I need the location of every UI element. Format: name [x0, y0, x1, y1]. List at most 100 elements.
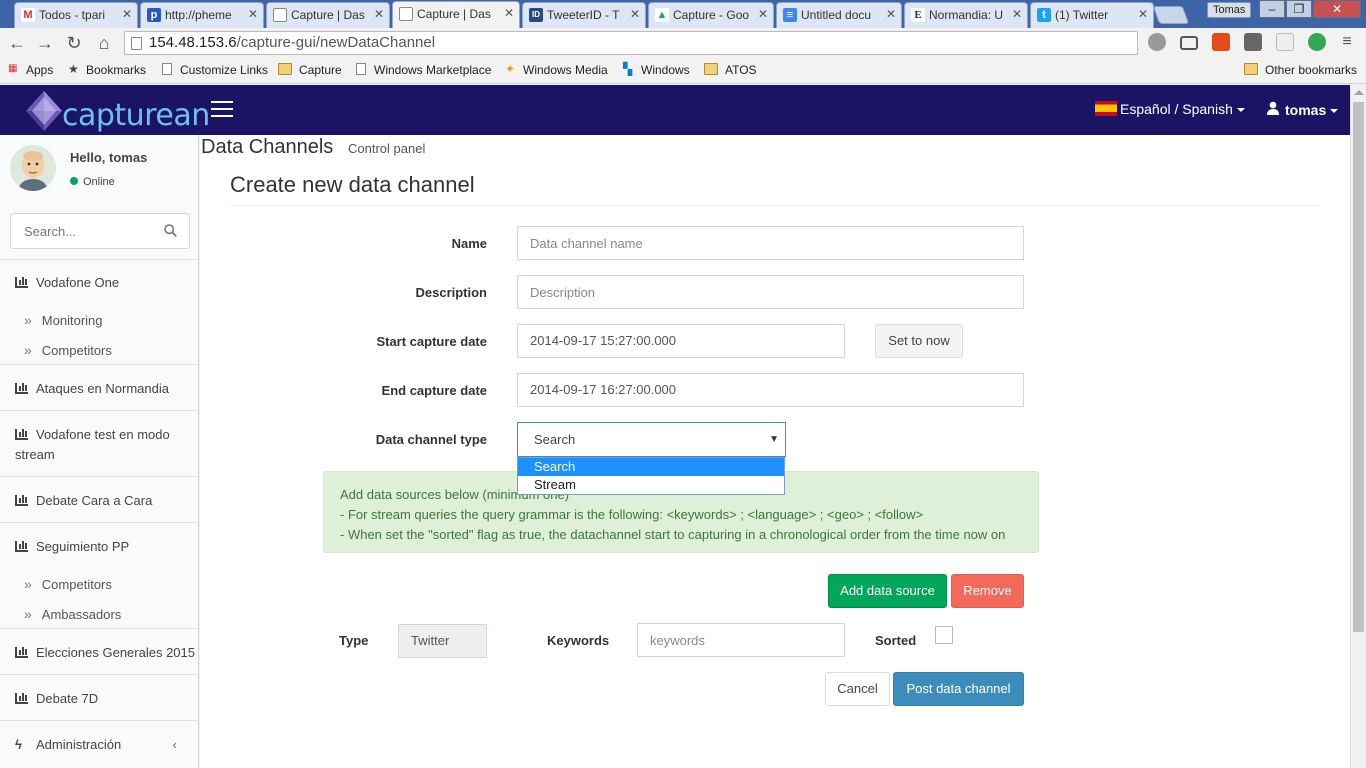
back-icon[interactable]: ← — [6, 32, 28, 54]
sidebar-subitem-competitors[interactable]: » Competitors — [24, 576, 112, 592]
sidebar-item-ataques-normandia[interactable]: Ataques en Normandia — [15, 379, 195, 399]
close-icon[interactable]: ✕ — [630, 7, 640, 21]
restore-icon[interactable]: ❐ — [1286, 0, 1312, 18]
sidebar-subitem-monitoring[interactable]: » Monitoring — [24, 312, 103, 328]
keywords-input[interactable] — [637, 623, 845, 657]
sidebar-subitem-ambassadors[interactable]: » Ambassadors — [24, 606, 121, 622]
bookmark-label: Apps — [26, 63, 54, 77]
page-scrollbar[interactable] — [1350, 85, 1366, 768]
scrollbar-thumb[interactable] — [1353, 102, 1364, 632]
browser-tab[interactable]: t (1) Twitter ✕ — [1030, 2, 1154, 28]
source-type-label: Type — [339, 633, 369, 648]
browser-tab[interactable]: ▲ Capture - Goo ✕ — [648, 2, 774, 28]
sidebar-item-elecciones-2015[interactable]: Elecciones Generales 2015 — [15, 643, 195, 663]
bar-chart-icon — [15, 693, 28, 704]
browser-tab[interactable]: E Normandia: U ✕ — [904, 2, 1028, 28]
sidebar: Hello, tomas Online Vodafone One » Monito… — [0, 135, 199, 768]
type-option-search[interactable]: Search — [518, 458, 784, 476]
sidebar-toggle-button[interactable] — [211, 101, 233, 119]
sidebar-divider — [0, 628, 199, 629]
browser-tab[interactable]: M Todos - tpari ✕ — [14, 2, 138, 28]
close-icon[interactable]: ✕ — [504, 6, 514, 20]
close-icon[interactable]: ✕ — [122, 7, 132, 21]
logo-icon — [26, 91, 62, 131]
type-option-stream[interactable]: Stream — [518, 476, 784, 494]
logo[interactable]: capturean — [22, 89, 210, 133]
browser-tab[interactable]: ID TweeterID - T ✕ — [522, 2, 646, 28]
tweeterid-icon: ID — [529, 8, 543, 22]
main-header: capturean Español / Spanish tomas — [0, 85, 1350, 135]
sidebar-item-administracion[interactable]: ϟ Administración ‹ — [15, 735, 195, 755]
data-channel-type-select[interactable]: Search ▼ — [517, 422, 786, 457]
sidebar-subitem-label: Competitors — [41, 577, 112, 592]
bookmark-windows-marketplace[interactable]: Windows Marketplace — [356, 63, 491, 77]
description-input[interactable] — [517, 275, 1024, 309]
close-icon[interactable]: ✕ — [1012, 7, 1022, 21]
bookmark-atos[interactable]: ATOS — [704, 63, 757, 77]
window-profile-button[interactable]: Tomas — [1207, 2, 1252, 18]
bookmark-label: Capture — [299, 63, 342, 77]
sorted-checkbox[interactable] — [935, 626, 953, 644]
sidebar-item-vodafone-one[interactable]: Vodafone One — [15, 273, 195, 293]
browser-tab[interactable]: ≡ Untitled docu ✕ — [776, 2, 902, 28]
browser-tab-active[interactable]: Capture | Das ✕ — [392, 1, 520, 28]
sidebar-subitem-competitors[interactable]: » Competitors — [24, 342, 112, 358]
start-date-input[interactable]: 2014-09-17 15:27:00.000 — [517, 324, 845, 358]
window-close-icon[interactable]: ✕ — [1313, 0, 1361, 18]
avatar — [10, 145, 56, 191]
remove-button[interactable]: Remove — [951, 574, 1024, 608]
close-icon[interactable]: ✕ — [758, 7, 768, 21]
extension-icon[interactable] — [1148, 33, 1166, 51]
close-icon[interactable]: ✕ — [248, 7, 258, 21]
bookmark-apps[interactable]: ▦ Apps — [8, 63, 53, 77]
sidebar-item-seguimiento-pp[interactable]: Seguimiento PP — [15, 537, 195, 557]
spain-flag-icon — [1095, 101, 1117, 116]
play-icon[interactable] — [1308, 33, 1326, 51]
cast-icon[interactable] — [1180, 36, 1198, 50]
bookmark-capture[interactable]: Capture — [278, 63, 342, 77]
post-data-channel-button[interactable]: Post data channel — [893, 672, 1024, 706]
add-data-source-button[interactable]: Add data source — [828, 574, 947, 608]
bookmark-customize-links[interactable]: Customize Links — [162, 63, 268, 77]
bookmarks-bar: ▦ Apps ★ Bookmarks Customize Links Captu… — [0, 58, 1366, 84]
minimize-icon[interactable]: – — [1259, 0, 1285, 18]
cancel-button[interactable]: Cancel — [825, 672, 890, 706]
bookmark-bookmarks[interactable]: ★ Bookmarks — [68, 63, 146, 77]
office-icon[interactable] — [1212, 33, 1230, 51]
close-icon[interactable]: ✕ — [1138, 7, 1148, 21]
sidebar-item-debate-7d[interactable]: Debate 7D — [15, 689, 195, 709]
sidebar-item-label: Debate Cara a Cara — [36, 493, 153, 508]
user-panel: Hello, tomas Online — [0, 135, 199, 200]
bookmark-label: Windows Media — [523, 63, 608, 77]
browser-tab[interactable]: p http://pheme ✕ — [140, 2, 264, 28]
language-selector[interactable]: Español / Spanish — [1095, 101, 1245, 117]
gmail-icon: M — [21, 8, 35, 22]
close-icon[interactable]: ✕ — [886, 7, 896, 21]
browser-tab[interactable]: Capture | Das ✕ — [266, 2, 390, 28]
set-to-now-button[interactable]: Set to now — [875, 324, 963, 358]
extension-icon[interactable] — [1244, 33, 1262, 51]
sidebar-search-input[interactable] — [11, 214, 151, 248]
scroll-up-icon[interactable] — [1354, 90, 1364, 95]
bookmark-other[interactable]: Other bookmarks — [1244, 63, 1357, 77]
bookmark-windows[interactable]: ▚ Windows — [623, 63, 690, 77]
bookmark-windows-media[interactable]: ✦ Windows Media — [505, 63, 608, 77]
name-input[interactable] — [517, 226, 1024, 260]
reload-icon[interactable]: ↻ — [63, 32, 85, 54]
sidebar-item-debate-cara-a-cara[interactable]: Debate Cara a Cara — [15, 491, 195, 511]
page-icon — [399, 7, 413, 21]
extension-icon[interactable] — [1276, 33, 1294, 51]
search-icon[interactable] — [164, 224, 177, 237]
end-date-input[interactable]: 2014-09-17 16:27:00.000 — [517, 373, 1024, 407]
home-icon[interactable]: ⌂ — [93, 32, 115, 54]
tab-title: (1) Twitter — [1055, 8, 1109, 22]
close-icon[interactable]: ✕ — [374, 7, 384, 21]
new-tab-button[interactable] — [1152, 6, 1190, 24]
user-menu[interactable]: tomas — [1266, 101, 1339, 118]
forward-icon[interactable]: → — [34, 32, 56, 54]
menu-icon[interactable]: ≡ — [1338, 33, 1356, 51]
box-title: Create new data channel — [230, 172, 475, 197]
browser-toolbar: ← → ↻ ⌂ 154.48.153.6/capture-gui/newData… — [0, 28, 1366, 58]
address-bar[interactable]: 154.48.153.6/capture-gui/newDataChannel — [124, 31, 1138, 55]
sidebar-item-vodafone-test[interactable]: Vodafone test en modo stream — [15, 425, 195, 465]
